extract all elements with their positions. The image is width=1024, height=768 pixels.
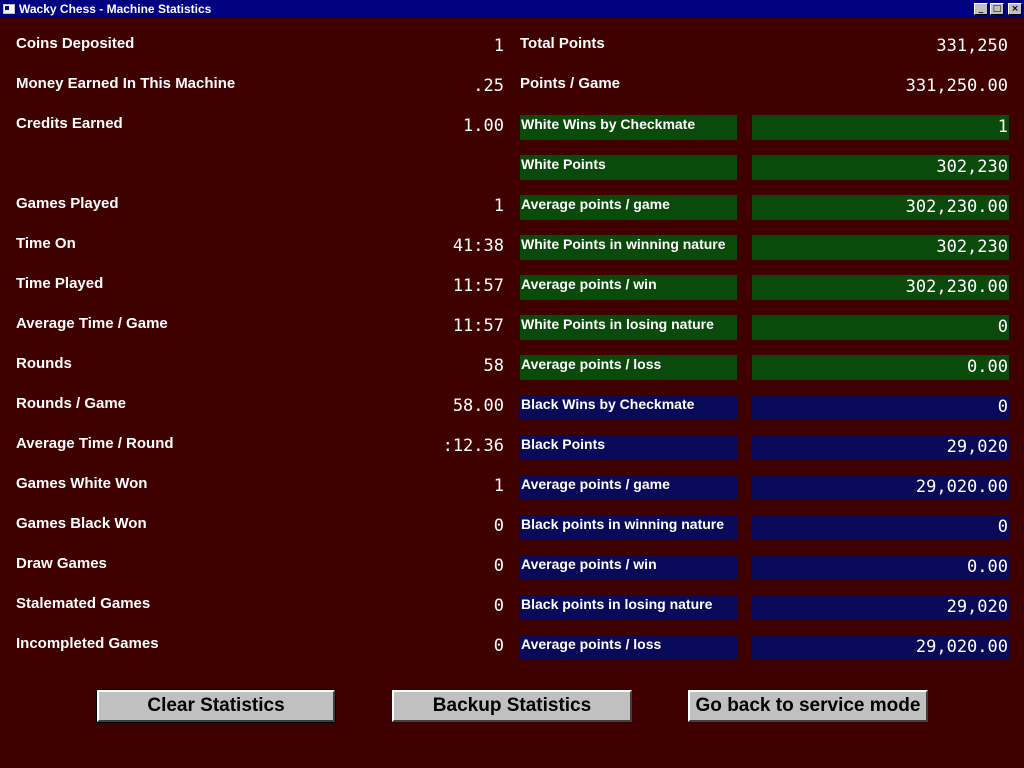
- black-points-losing-value: 29,020: [752, 595, 1009, 620]
- money-earned-value: .25: [473, 76, 504, 96]
- white-points-winning-value: 302,230: [752, 235, 1009, 260]
- avg-time-game-value: 11:57: [452, 316, 504, 336]
- white-points-winning-label: White Points in winning nature: [520, 235, 737, 260]
- maximize-button[interactable]: □: [990, 3, 1004, 15]
- avg-time-round-value: :12.36: [442, 436, 504, 456]
- black-avg-points-win-label: Average points / win: [520, 555, 737, 580]
- minimize-button[interactable]: _: [974, 3, 988, 15]
- backup-statistics-button[interactable]: Backup Statistics: [392, 690, 632, 722]
- white-avg-points-win-label: Average points / win: [520, 275, 737, 300]
- credits-earned-label: Credits Earned: [16, 115, 123, 132]
- avg-time-game-label: Average Time / Game: [16, 315, 168, 332]
- rounds-label: Rounds: [16, 355, 72, 372]
- time-played-label: Time Played: [16, 275, 104, 292]
- total-points-value: 331,250: [936, 36, 1008, 56]
- white-points-label: White Points: [520, 155, 737, 180]
- coins-deposited-value: 1: [493, 36, 504, 56]
- window-title: Wacky Chess - Machine Statistics: [19, 2, 212, 16]
- incompleted-games-label: Incompleted Games: [16, 635, 159, 652]
- black-avg-points-game-value: 29,020.00: [752, 475, 1009, 500]
- time-on-label: Time On: [16, 235, 76, 252]
- white-points-losing-value: 0: [752, 315, 1009, 340]
- black-points-winning-label: Black points in winning nature: [520, 515, 737, 540]
- games-white-won-value: 1: [493, 476, 504, 496]
- white-points-value: 302,230: [752, 155, 1009, 180]
- close-button[interactable]: ×: [1008, 3, 1022, 15]
- window-controls: _ □ ×: [974, 3, 1022, 15]
- black-points-losing-label: Black points in losing nature: [520, 595, 737, 620]
- black-points-winning-value: 0: [752, 515, 1009, 540]
- white-avg-points-loss-label: Average points / loss: [520, 355, 737, 380]
- rounds-per-game-label: Rounds / Game: [16, 395, 127, 412]
- black-avg-points-loss-value: 29,020.00: [752, 635, 1009, 660]
- black-avg-points-game-label: Average points / game: [520, 475, 737, 500]
- stalemated-games-value: 0: [493, 596, 504, 616]
- time-played-value: 11:57: [452, 276, 504, 296]
- white-avg-points-win-value: 302,230.00: [752, 275, 1009, 300]
- white-points-losing-label: White Points in losing nature: [520, 315, 737, 340]
- games-played-value: 1: [493, 196, 504, 216]
- games-black-won-label: Games Black Won: [16, 515, 147, 532]
- black-wins-checkmate-value: 0: [752, 395, 1009, 420]
- title-bar: Wacky Chess - Machine Statistics _ □ ×: [0, 0, 1024, 18]
- draw-games-value: 0: [493, 556, 504, 576]
- rounds-per-game-value: 58.00: [452, 396, 504, 416]
- app-icon[interactable]: [2, 2, 16, 16]
- coins-deposited-label: Coins Deposited: [16, 35, 135, 52]
- credits-earned-value: 1.00: [463, 116, 504, 136]
- points-per-game-value: 331,250.00: [905, 76, 1008, 96]
- white-avg-points-loss-value: 0.00: [752, 355, 1009, 380]
- stalemated-games-label: Stalemated Games: [16, 595, 151, 612]
- money-earned-label: Money Earned In This Machine: [16, 75, 236, 92]
- white-avg-points-game-label: Average points / game: [520, 195, 737, 220]
- points-per-game-label: Points / Game: [520, 75, 621, 92]
- white-wins-checkmate-label: White Wins by Checkmate: [520, 115, 737, 140]
- games-black-won-value: 0: [493, 516, 504, 536]
- black-avg-points-win-value: 0.00: [752, 555, 1009, 580]
- avg-time-round-label: Average Time / Round: [16, 435, 174, 452]
- black-points-value: 29,020: [752, 435, 1009, 460]
- draw-games-label: Draw Games: [16, 555, 107, 572]
- incompleted-games-value: 0: [493, 636, 504, 656]
- rounds-value: 58: [483, 356, 504, 376]
- games-white-won-label: Games White Won: [16, 475, 148, 492]
- white-wins-checkmate-value: 1: [752, 115, 1009, 140]
- black-avg-points-loss-label: Average points / loss: [520, 635, 737, 660]
- clear-statistics-button[interactable]: Clear Statistics: [96, 689, 336, 723]
- white-avg-points-game-value: 302,230.00: [752, 195, 1009, 220]
- total-points-label: Total Points: [520, 35, 605, 52]
- games-played-label: Games Played: [16, 195, 119, 212]
- black-wins-checkmate-label: Black Wins by Checkmate: [520, 395, 737, 420]
- service-mode-button[interactable]: Go back to service mode: [688, 690, 928, 722]
- black-points-label: Black Points: [520, 435, 737, 460]
- time-on-value: 41:38: [452, 236, 504, 256]
